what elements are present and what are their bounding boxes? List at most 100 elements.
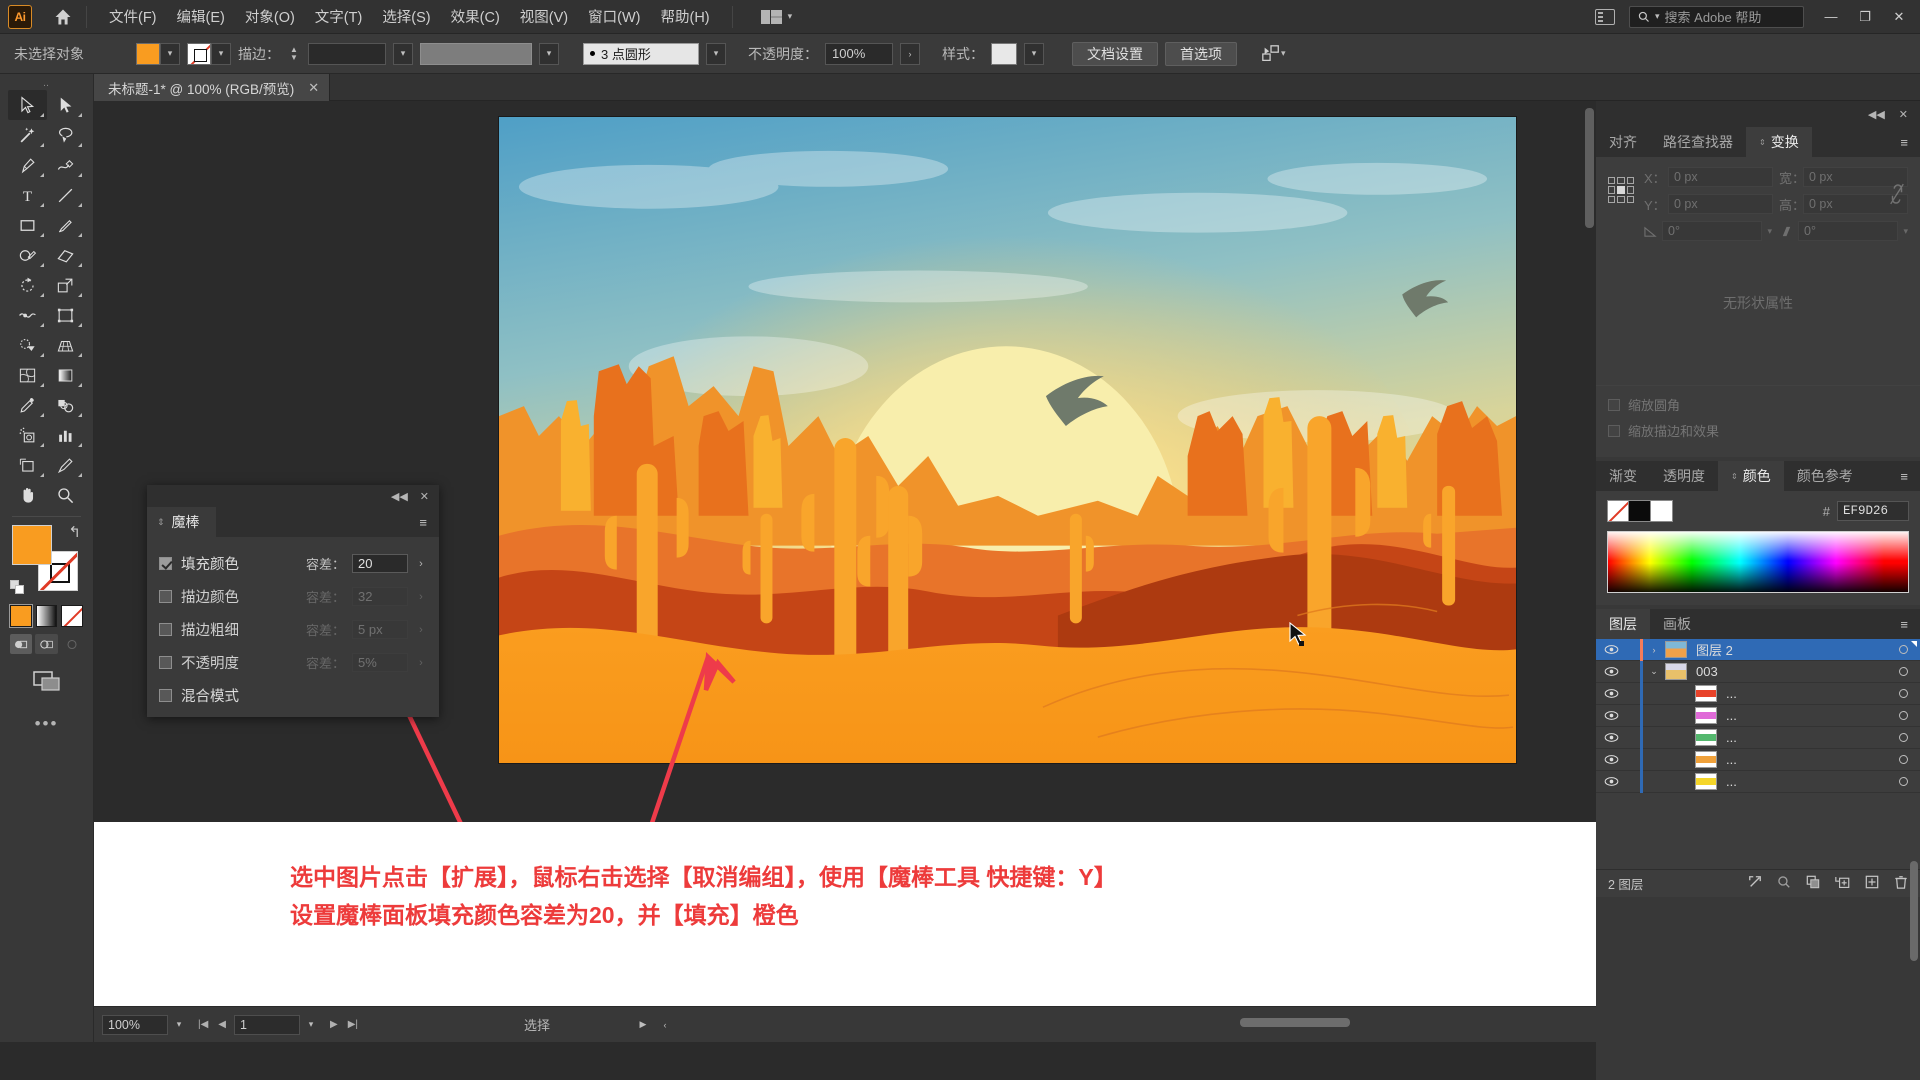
target-icon[interactable]	[1886, 733, 1920, 742]
locate-object-icon[interactable]	[1748, 875, 1762, 892]
tool-type[interactable]: T	[8, 180, 47, 210]
mw-row-opacity[interactable]: 不透明度 容差： 5% ›	[159, 646, 427, 679]
tab-color[interactable]: ⇕ 颜色	[1718, 461, 1784, 491]
minimize-button[interactable]: —	[1814, 2, 1848, 32]
option-scale-strokes[interactable]: 缩放描边和效果	[1608, 421, 1908, 440]
target-icon[interactable]	[1886, 777, 1920, 786]
stroke-weight-input[interactable]	[308, 42, 386, 65]
mw-row-stroke-color[interactable]: 描边颜色 容差： 32 ›	[159, 580, 427, 613]
canvas-area[interactable]: ◀◀ ✕ ⇕ 魔棒 ≡ 填充颜色 容差： 20 › 描边颜色 容差： 32 › …	[94, 101, 1596, 822]
draw-inside-button[interactable]	[61, 634, 83, 654]
color-spectrum-bar[interactable]	[1607, 531, 1909, 593]
edit-toolbar-icon[interactable]: •••	[0, 714, 93, 734]
mw-expand-icon-stroke-weight[interactable]: ›	[415, 624, 427, 636]
tool-gradient[interactable]	[47, 360, 86, 390]
layer-row-3[interactable]: ...	[1596, 704, 1920, 727]
workspace-switcher[interactable]: ▾	[753, 6, 801, 28]
visibility-icon[interactable]	[1596, 776, 1626, 787]
status-text[interactable]: 选择	[442, 1015, 632, 1035]
mw-expand-icon-fill[interactable]: ›	[415, 558, 427, 570]
tab-gradient[interactable]: 渐变	[1596, 461, 1650, 491]
default-fill-stroke-icon[interactable]	[10, 580, 25, 595]
panel-menu-icon[interactable]: ≡	[1888, 461, 1920, 491]
style-dropdown-icon[interactable]: ▾	[1024, 42, 1044, 65]
tool-shaper[interactable]	[8, 240, 47, 270]
page-number-input[interactable]: 1	[234, 1014, 300, 1035]
stroke-dropdown-icon[interactable]: ▾	[211, 42, 231, 65]
status-expand-icon[interactable]: ▶	[632, 1019, 654, 1030]
collapse-icon[interactable]: ◀◀	[1868, 108, 1885, 121]
new-sublayer-icon[interactable]	[1835, 875, 1850, 892]
chevron-down-icon[interactable]: ▾	[1281, 48, 1286, 59]
toolbar-grip[interactable]: ‥	[0, 78, 93, 90]
close-icon[interactable]: ✕	[1899, 108, 1908, 121]
stroke-weight-dropdown-icon[interactable]: ▾	[393, 42, 413, 65]
preferences-button[interactable]: 首选项	[1165, 41, 1237, 66]
layer-name[interactable]: ...	[1726, 686, 1886, 701]
mw-tolerance-input-opacity[interactable]: 5%	[352, 653, 408, 672]
target-icon[interactable]	[1886, 689, 1920, 698]
tool-curvature[interactable]	[47, 150, 86, 180]
constrain-proportions-icon[interactable]	[1888, 181, 1906, 210]
menu-window[interactable]: 窗口(W)	[578, 0, 650, 33]
menu-select[interactable]: 选择(S)	[372, 0, 440, 33]
layer-row-5[interactable]: ...	[1596, 748, 1920, 771]
last-page-icon[interactable]: ▶|	[348, 1019, 358, 1030]
collapse-twisty-icon[interactable]: ⌄	[1643, 666, 1665, 677]
tool-pen[interactable]	[8, 150, 47, 180]
layer-name[interactable]: ...	[1726, 730, 1886, 745]
tool-scale[interactable]	[47, 270, 86, 300]
fill-color-box[interactable]	[12, 525, 52, 565]
close-icon[interactable]: ✕	[420, 490, 429, 503]
tool-blend[interactable]	[47, 390, 86, 420]
screen-mode-button[interactable]	[0, 670, 93, 692]
tool-free-transform[interactable]	[47, 300, 86, 330]
checkbox-opacity[interactable]	[159, 656, 172, 669]
tab-color-guide[interactable]: 颜色参考	[1784, 461, 1866, 491]
tab-transform[interactable]: ⇕ 变换	[1746, 127, 1812, 157]
tool-line-segment[interactable]	[47, 180, 86, 210]
checkbox-blend-mode[interactable]	[159, 689, 172, 702]
visibility-icon[interactable]	[1596, 688, 1626, 699]
x-input[interactable]: 0 px	[1668, 167, 1773, 187]
visibility-icon[interactable]	[1596, 644, 1626, 655]
page-dropdown-icon[interactable]: ▾	[300, 1019, 322, 1030]
magic-wand-panel[interactable]: ◀◀ ✕ ⇕ 魔棒 ≡ 填充颜色 容差： 20 › 描边颜色 容差： 32 › …	[147, 485, 439, 717]
graphic-style-swatch[interactable]	[991, 42, 1017, 65]
duplicate-layer-icon[interactable]	[1806, 875, 1820, 892]
reference-point-selector[interactable]	[1608, 177, 1634, 203]
tab-transparency[interactable]: 透明度	[1650, 461, 1718, 491]
status-collapse-icon[interactable]: ‹	[654, 1020, 676, 1030]
mw-row-fill-color[interactable]: 填充颜色 容差： 20 ›	[159, 547, 427, 580]
menu-file[interactable]: 文件(F)	[99, 0, 167, 33]
tab-artboards[interactable]: 画板	[1650, 609, 1704, 639]
tool-zoom[interactable]	[47, 480, 86, 510]
rotate-angle-input[interactable]: 0°	[1662, 221, 1763, 241]
layer-name[interactable]: ...	[1726, 774, 1886, 789]
panel-menu-icon[interactable]: ≡	[1888, 609, 1920, 639]
tool-shape-builder[interactable]	[8, 330, 47, 360]
menu-effect[interactable]: 效果(C)	[441, 0, 510, 33]
tool-slice[interactable]	[47, 450, 86, 480]
prev-page-icon[interactable]: ◀	[218, 1019, 226, 1030]
hex-value-input[interactable]: EF9D26	[1837, 501, 1909, 521]
visibility-icon[interactable]	[1596, 710, 1626, 721]
tool-symbol-sprayer[interactable]	[8, 420, 47, 450]
stroke-color-control[interactable]: ▾	[187, 42, 231, 65]
checkbox-scale-corners[interactable]	[1608, 398, 1620, 411]
document-tab[interactable]: 未标题-1* @ 100% (RGB/预览) ✕	[94, 74, 331, 101]
stroke-swatch-none[interactable]	[187, 42, 211, 65]
horizontal-scrollbar[interactable]	[1240, 1018, 1350, 1027]
tool-rotate[interactable]	[8, 270, 47, 300]
select-similar-control[interactable]: ▾	[1261, 44, 1286, 64]
tool-width[interactable]	[8, 300, 47, 330]
visibility-icon[interactable]	[1596, 666, 1626, 677]
stroke-profile-dropdown-icon[interactable]: ▾	[539, 42, 559, 65]
opacity-input[interactable]: 100%	[825, 42, 893, 65]
draw-behind-button[interactable]	[35, 634, 58, 654]
tool-column-graph[interactable]	[47, 420, 86, 450]
close-icon[interactable]: ✕	[308, 80, 319, 96]
tool-selection[interactable]	[8, 90, 47, 120]
visibility-icon[interactable]	[1596, 732, 1626, 743]
gradient-button[interactable]	[35, 605, 58, 627]
